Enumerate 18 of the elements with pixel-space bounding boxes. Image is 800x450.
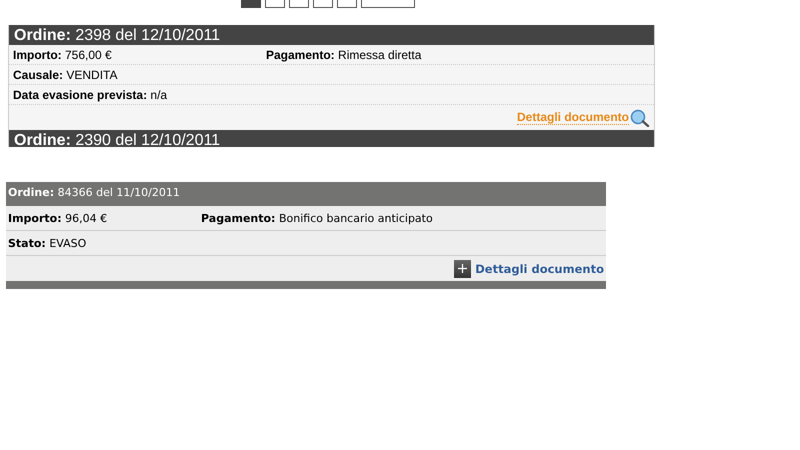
page-button[interactable]: [265, 0, 285, 8]
field-text: Importo: 96,04 €: [8, 212, 108, 224]
field-text: Stato: EVASO: [8, 236, 88, 250]
order-header: Ordine: 84366 del 11/10/2011: [6, 182, 606, 206]
field-text: Data evasione prevista: n/a: [13, 88, 168, 102]
page-button[interactable]: [337, 0, 357, 8]
plus-icon[interactable]: [454, 260, 472, 278]
field-text: Causale: VENDITA: [13, 68, 118, 82]
page-button[interactable]: [313, 0, 333, 8]
search-icon: [630, 108, 650, 126]
page-button[interactable]: [361, 0, 415, 8]
field-text: Importo: 756,00 €: [13, 48, 113, 62]
field-text: Pagamento: Bonifico bancario anticipato: [201, 212, 434, 224]
page-button[interactable]: [289, 0, 309, 8]
order-header: Ordine: 2390 del 12/10/2011: [9, 130, 654, 147]
details-link[interactable]: Dettagli documento: [475, 262, 604, 276]
order-header: Ordine: 2398 del 12/10/2011: [9, 25, 654, 45]
field-text: Pagamento: Rimessa diretta: [266, 48, 422, 62]
